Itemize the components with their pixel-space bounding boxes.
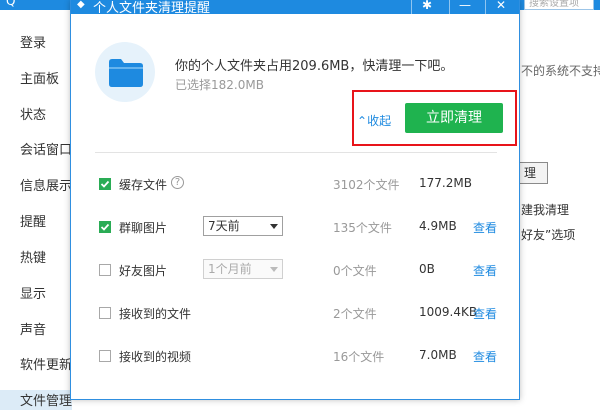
- sidebar-item-info-display[interactable]: 信息展示: [20, 175, 72, 194]
- row-label: 缓存文件: [119, 178, 168, 192]
- sidebar-item-hotkey[interactable]: 热键: [20, 247, 46, 266]
- dialog-title: 个人文件夹清理提醒: [93, 1, 211, 16]
- file-size: 7.0MB: [419, 348, 457, 362]
- list-item: 接收到的文件 2个文件 1009.4KB 查看: [71, 302, 519, 326]
- view-link[interactable]: 查看: [473, 348, 497, 365]
- file-size: 177.2MB: [419, 176, 472, 190]
- background-text-line: 好友”选项: [521, 228, 576, 242]
- file-count: 2个文件: [333, 307, 377, 321]
- close-icon[interactable]: ✕: [487, 0, 515, 14]
- age-select-friend-images[interactable]: 1个月前: [203, 259, 283, 279]
- title-divider: [449, 0, 450, 14]
- selected-size-text: 已选择182.0MB: [175, 78, 264, 92]
- sidebar-item-chat-window[interactable]: 会话窗口: [20, 139, 72, 158]
- view-link[interactable]: 查看: [473, 219, 497, 236]
- checkbox-received-files[interactable]: [99, 307, 111, 319]
- title-divider: [411, 0, 412, 14]
- view-link[interactable]: 查看: [473, 262, 497, 279]
- check-icon: [100, 223, 110, 231]
- file-count: 135个文件: [333, 221, 392, 235]
- row-label: 好友图片: [119, 264, 168, 278]
- file-size: 0B: [419, 262, 435, 276]
- file-size: 4.9MB: [419, 219, 457, 233]
- checkbox-group-images[interactable]: [99, 221, 111, 233]
- age-select-group-images[interactable]: 7天前: [203, 216, 283, 236]
- app-logo: Q: [6, 0, 16, 8]
- chevron-down-icon: [270, 267, 278, 272]
- row-label: 群聊图片: [119, 221, 168, 235]
- checkbox-friend-images[interactable]: [99, 264, 111, 276]
- file-count: 16个文件: [333, 350, 385, 364]
- sidebar-item-sound[interactable]: 声音: [20, 319, 46, 338]
- folder-icon: [109, 59, 143, 87]
- chevron-down-icon: [270, 224, 278, 229]
- row-label: 接收到的视频: [119, 350, 192, 364]
- sidebar-item-display[interactable]: 显示: [20, 283, 46, 302]
- list-item: 群聊图片 7天前 135个文件 4.9MB 查看: [71, 216, 519, 240]
- sidebar-item-main-panel[interactable]: 主面板: [20, 68, 59, 87]
- background-text-line: 不的系统不支持此: [521, 64, 600, 78]
- settings-gear-icon[interactable]: ✱: [413, 0, 441, 14]
- minimize-icon[interactable]: —: [451, 0, 479, 14]
- sidebar-item-reminder[interactable]: 提醒: [20, 211, 46, 230]
- penguin-logo-icon: ◆: [77, 0, 85, 10]
- folder-icon-badge: [95, 42, 155, 102]
- checkbox-cache-files[interactable]: [99, 178, 111, 190]
- storage-headline: 你的个人文件夹占用209.6MB，快清理一下吧。: [175, 59, 454, 74]
- settings-sidebar: 登录 主面板 状态 会话窗口 信息展示 提醒 热键 显示 声音 软件更新 文件管…: [0, 10, 73, 410]
- sidebar-item-software-update[interactable]: 软件更新: [20, 354, 72, 373]
- row-label: 接收到的文件: [119, 307, 192, 321]
- check-icon: [100, 180, 110, 188]
- dialog-title-bar: ◆ 个人文件夹清理提醒 ✱ — ✕: [71, 0, 519, 16]
- select-value: 7天前: [208, 219, 240, 233]
- file-count: 0个文件: [333, 264, 377, 278]
- question-icon[interactable]: ?: [171, 176, 184, 189]
- background-text-line: 建我清理: [521, 203, 570, 217]
- cleanup-dialog: ◆ 个人文件夹清理提醒 ✱ — ✕ 你的个人文件夹占用209.6MB，快清理一下…: [70, 0, 520, 400]
- file-count: 3102个文件: [333, 178, 400, 192]
- settings-search-input[interactable]: 搜索设置项: [524, 0, 594, 10]
- sidebar-item-status[interactable]: 状态: [20, 104, 46, 123]
- list-item: 缓存文件 ? 3102个文件 177.2MB: [71, 173, 519, 197]
- select-value: 1个月前: [208, 262, 252, 276]
- list-item: 接收到的视频 16个文件 7.0MB 查看: [71, 345, 519, 369]
- file-size: 1009.4KB: [419, 305, 478, 319]
- view-link[interactable]: 查看: [473, 305, 497, 322]
- divider: [95, 152, 497, 153]
- sidebar-item-login[interactable]: 登录: [20, 32, 46, 51]
- checkbox-received-videos[interactable]: [99, 350, 111, 362]
- list-item: 好友图片 1个月前 0个文件 0B 查看: [71, 259, 519, 283]
- highlight-annotation-box: [352, 90, 517, 146]
- title-divider: [485, 0, 486, 14]
